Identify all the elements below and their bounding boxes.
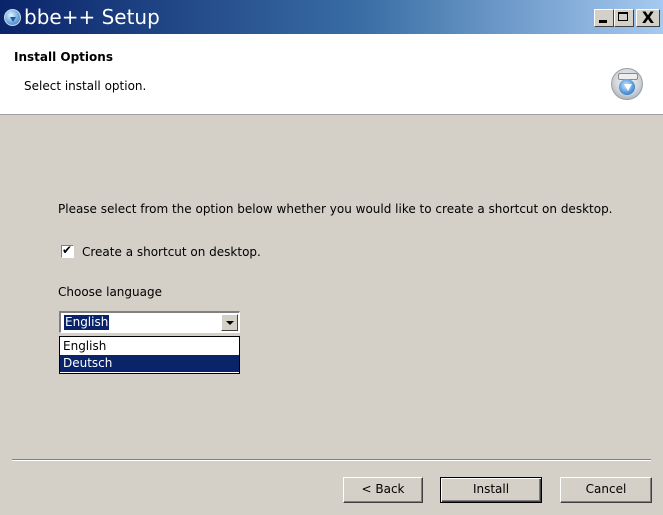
shortcut-checkbox-label[interactable]: Create a shortcut on desktop. [82, 245, 261, 259]
checkmark-icon: ✔ [62, 243, 73, 257]
installer-disc-icon [611, 68, 643, 100]
shortcut-prompt: Please select from the option below whet… [58, 202, 613, 216]
language-option-english[interactable]: English [60, 338, 239, 355]
window-title: bbe++ Setup [24, 5, 160, 29]
chevron-down-icon[interactable] [221, 314, 238, 331]
install-button[interactable]: Install [440, 477, 542, 503]
back-button[interactable]: < Back [343, 477, 423, 503]
language-select[interactable]: English [59, 311, 240, 333]
footer-divider-highlight [12, 460, 651, 461]
wizard-body: Please select from the option below whet… [0, 115, 663, 515]
wizard-header: Install Options Select install option. [0, 34, 663, 115]
close-icon: X [641, 8, 655, 27]
minimize-button[interactable] [594, 9, 614, 27]
cancel-button[interactable]: Cancel [560, 477, 652, 503]
language-select-value: English [62, 314, 111, 331]
page-title: Install Options [14, 50, 113, 64]
title-bar[interactable]: bbe++ Setup X [0, 0, 663, 34]
shortcut-checkbox[interactable]: ✔ [61, 243, 74, 258]
language-label: Choose language [58, 285, 162, 299]
app-icon[interactable] [4, 9, 21, 26]
language-option-deutsch[interactable]: Deutsch [60, 355, 239, 372]
maximize-button[interactable] [614, 9, 634, 27]
close-button[interactable]: X [636, 9, 660, 27]
language-dropdown-list: English Deutsch [59, 336, 240, 374]
page-subtitle: Select install option. [24, 79, 147, 93]
